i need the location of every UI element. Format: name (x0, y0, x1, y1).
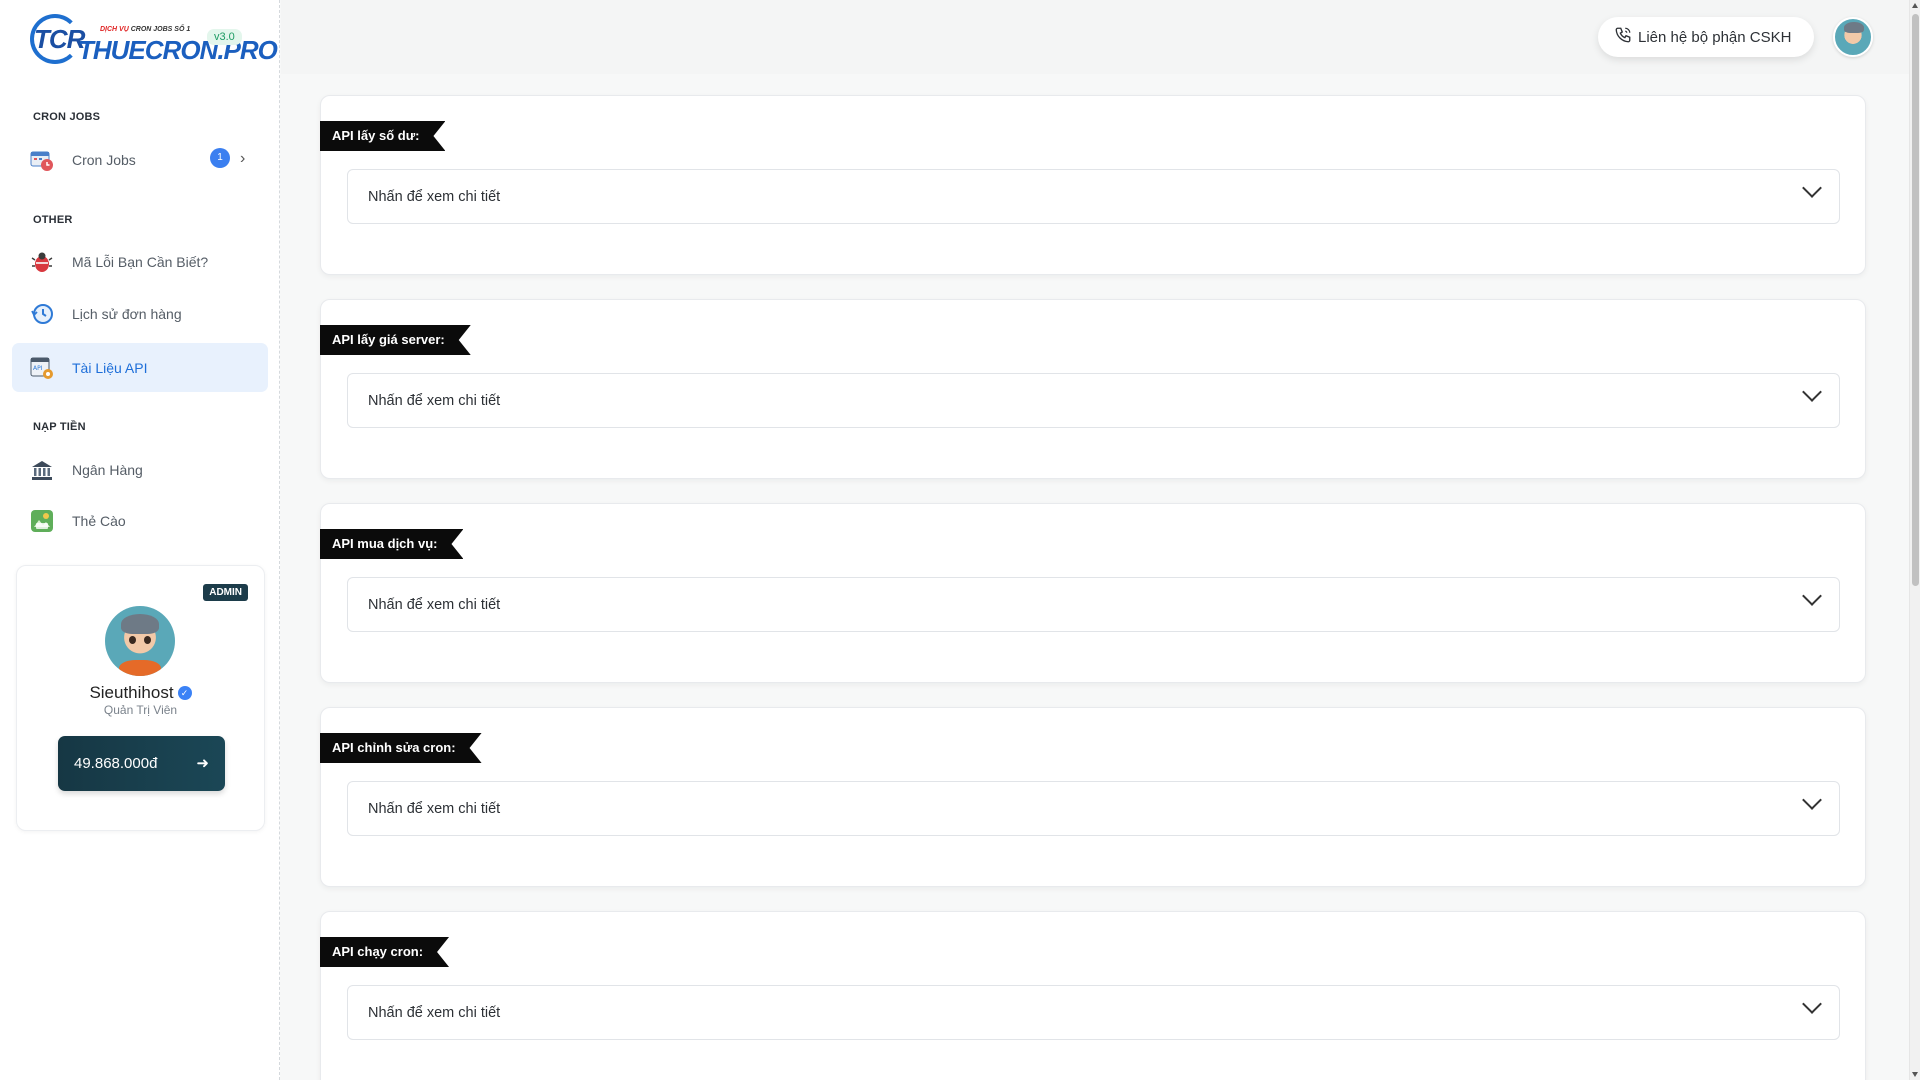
accordion-label: Nhấn để xem chi tiết (368, 392, 501, 409)
api-section-title: API lấy số dư: (320, 121, 445, 151)
chevron-down-icon (1802, 994, 1822, 1014)
sidebar-item-label: Thẻ Cào (72, 512, 126, 529)
history-icon (30, 302, 54, 326)
accordion-toggle[interactable]: Nhấn để xem chi tiết (347, 169, 1840, 224)
calendar-clock-icon (30, 148, 54, 172)
section-title-cron-jobs: CRON JOBS (33, 111, 101, 123)
section-title-other: OTHER (33, 214, 73, 226)
accordion-label: Nhấn để xem chi tiết (368, 188, 501, 205)
user-role: Quản Trị Viên (103, 703, 178, 717)
accordion-label: Nhấn để xem chi tiết (368, 1004, 501, 1021)
bank-icon (30, 458, 54, 482)
balance-button[interactable]: 49.868.000đ ➜ (58, 736, 225, 791)
logout-icon[interactable]: ➜ (196, 754, 209, 772)
logo-short: TCR (34, 24, 85, 54)
verified-icon: ✓ (177, 686, 192, 700)
page-scrollbar[interactable] (1909, 0, 1920, 1080)
api-card-balance: API lấy số dư: Nhấn để xem chi tiết (320, 95, 1866, 275)
bug-icon (30, 250, 54, 274)
user-name: Sieuthihost ✓ (17, 683, 264, 703)
api-card-edit-cron: API chỉnh sửa cron: Nhấn để xem chi tiết (320, 707, 1866, 887)
sidebar: TCR DỊCH VỤ CRON JOBS SỐ 1 THUECRON.PRO … (0, 0, 280, 1080)
sidebar-item-label: Ngân Hàng (72, 461, 143, 478)
chevron-down-icon (1802, 178, 1822, 198)
chevron-down-icon (1802, 586, 1822, 606)
sidebar-item-label: Tài Liệu API (72, 359, 148, 376)
scroll-up-arrow-icon[interactable] (1912, 3, 1918, 8)
admin-badge: ADMIN (203, 584, 248, 601)
logo-name: THUECRON.PRO (78, 35, 278, 65)
sidebar-item-label: Lịch sử đơn hàng (72, 305, 182, 322)
accordion-label: Nhấn để xem chi tiết (368, 596, 501, 613)
accordion-toggle[interactable]: Nhấn để xem chi tiết (347, 373, 1840, 428)
sidebar-item-label: Mã Lỗi Bạn Cần Biết? (72, 253, 209, 270)
brand-logo[interactable]: TCR DỊCH VỤ CRON JOBS SỐ 1 THUECRON.PRO (30, 8, 278, 66)
sidebar-item-bank[interactable]: Ngân Hàng (12, 445, 268, 494)
sidebar-item-label: Cron Jobs (72, 151, 136, 168)
cron-jobs-count-badge: 1 (210, 148, 230, 168)
chevron-right-icon[interactable]: › (240, 150, 245, 168)
accordion-toggle[interactable]: Nhấn để xem chi tiết (347, 985, 1840, 1040)
sidebar-item-order-history[interactable]: Lịch sử đơn hàng (12, 289, 268, 338)
section-title-nap-tien: NẠP TIỀN (33, 421, 86, 433)
avatar[interactable] (105, 606, 175, 676)
contact-support-label: Liên hệ bộ phận CSKH (1638, 28, 1792, 46)
chevron-down-icon (1802, 382, 1822, 402)
header-avatar[interactable] (1833, 17, 1873, 57)
sidebar-item-error-codes[interactable]: Mã Lỗi Bạn Cần Biết? (12, 237, 268, 286)
user-card: ADMIN Sieuthihost ✓ Quản Trị Viên 49.868.… (16, 565, 265, 831)
version-badge: v3.0 (207, 29, 242, 45)
api-section-title: API chạy cron: (320, 937, 449, 967)
phone-icon (1614, 26, 1632, 49)
balance-amount: 49.868.000đ (74, 755, 158, 772)
scroll-down-arrow-icon[interactable] (1912, 1072, 1918, 1077)
scratch-card-icon (30, 509, 54, 533)
svg-text:API: API (33, 365, 43, 372)
logo-tagline: DỊCH VỤ CRON JOBS SỐ 1 (100, 26, 191, 33)
sidebar-item-card[interactable]: Thẻ Cào (12, 496, 268, 545)
chevron-down-icon (1802, 790, 1822, 810)
api-section-title: API chỉnh sửa cron: (320, 733, 482, 763)
sidebar-item-api-docs[interactable]: API Tài Liệu API (12, 343, 268, 392)
api-card-server-price: API lấy giá server: Nhấn để xem chi tiết (320, 299, 1866, 479)
api-card-run-cron: API chạy cron: Nhấn để xem chi tiết (320, 911, 1866, 1080)
accordion-toggle[interactable]: Nhấn để xem chi tiết (347, 781, 1840, 836)
contact-support-button[interactable]: Liên hệ bộ phận CSKH (1598, 17, 1814, 57)
accordion-toggle[interactable]: Nhấn để xem chi tiết (347, 577, 1840, 632)
api-section-title: API mua dịch vụ: (320, 529, 463, 559)
accordion-label: Nhấn để xem chi tiết (368, 800, 501, 817)
api-card-buy-service: API mua dịch vụ: Nhấn để xem chi tiết (320, 503, 1866, 683)
api-section-title: API lấy giá server: (320, 325, 471, 355)
api-docs-icon: API (30, 356, 54, 380)
scroll-thumb[interactable] (1912, 14, 1919, 586)
